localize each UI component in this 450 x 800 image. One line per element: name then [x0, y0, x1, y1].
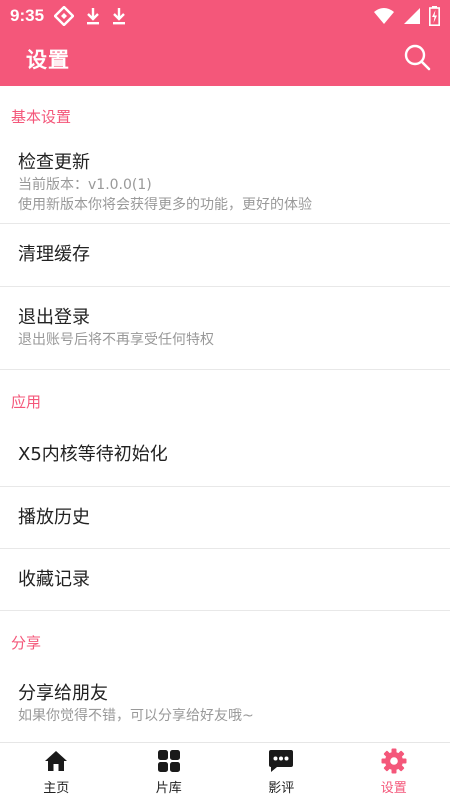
download-icon [112, 7, 126, 25]
chat-bubble-icon [268, 748, 294, 774]
logout-description-text: 退出账号后将不再享受任何特权 [18, 332, 214, 348]
item-title: 分享给朋友 [18, 682, 108, 704]
section-header-app: 应用 [11, 392, 42, 411]
favorites-item[interactable]: 收藏记录 [0, 549, 450, 611]
share-to-friends-item[interactable]: 分享给朋友 如果你觉得不错，可以分享给好友哦~ [0, 663, 450, 742]
nav-library[interactable]: 片库 [113, 743, 226, 800]
check-update-item[interactable]: 检查更新 当前版本：v1.0.0(1) 使用新版本你将会获得更多的功能，更好的体… [0, 142, 450, 224]
settings-list[interactable]: 基本设置 检查更新 当前版本：v1.0.0(1) 使用新版本你将会获得更多的功能… [0, 86, 450, 742]
share-description-text: 如果你觉得不错，可以分享给好友哦~ [18, 707, 254, 724]
app-bar: 设置 [0, 32, 450, 86]
wifi-icon [373, 7, 395, 25]
settings-screen: 9:35 设置 基本设置 检查更新 当前版本：v1.0.0(1) 使用新版本你将… [0, 0, 450, 800]
play-history-item[interactable]: 播放历史 [0, 487, 450, 549]
nav-label: 影评 [268, 780, 295, 796]
clear-cache-item[interactable]: 清理缓存 [0, 224, 450, 287]
item-title: 播放历史 [18, 506, 90, 528]
search-button[interactable] [402, 44, 432, 74]
item-title: 清理缓存 [18, 244, 90, 265]
search-icon [403, 43, 431, 75]
item-title: 退出登录 [18, 307, 90, 328]
notification-icons [54, 6, 126, 26]
tag-icon [54, 6, 75, 26]
nav-reviews[interactable]: 影评 [225, 743, 338, 800]
section-header-basic: 基本设置 [11, 107, 72, 126]
nav-label: 设置 [380, 780, 407, 796]
gear-icon [381, 748, 407, 774]
bottom-nav: 主页 片库 影评 设置 [0, 742, 450, 800]
status-time: 9:35 [10, 6, 45, 25]
item-title: 收藏记录 [18, 568, 90, 590]
system-icons [373, 6, 440, 26]
battery-charging-icon [429, 6, 440, 26]
item-title: X5内核等待初始化 [18, 444, 168, 465]
x5-kernel-item[interactable]: X5内核等待初始化 [0, 424, 450, 487]
logout-item[interactable]: 退出登录 退出账号后将不再享受任何特权 [0, 287, 450, 370]
update-description-text: 使用新版本你将会获得更多的功能，更好的体验 [18, 196, 312, 213]
nav-label: 片库 [155, 780, 182, 796]
status-bar: 9:35 [0, 0, 450, 32]
nav-label: 主页 [43, 780, 70, 796]
signal-icon [403, 7, 421, 25]
download-icon [86, 7, 100, 25]
item-title: 检查更新 [18, 151, 90, 173]
grid-icon [156, 748, 182, 774]
nav-home[interactable]: 主页 [0, 743, 113, 800]
page-title: 设置 [26, 48, 70, 72]
current-version-text: 当前版本：v1.0.0(1) [18, 176, 152, 193]
nav-settings[interactable]: 设置 [338, 743, 450, 800]
home-icon [43, 748, 69, 774]
